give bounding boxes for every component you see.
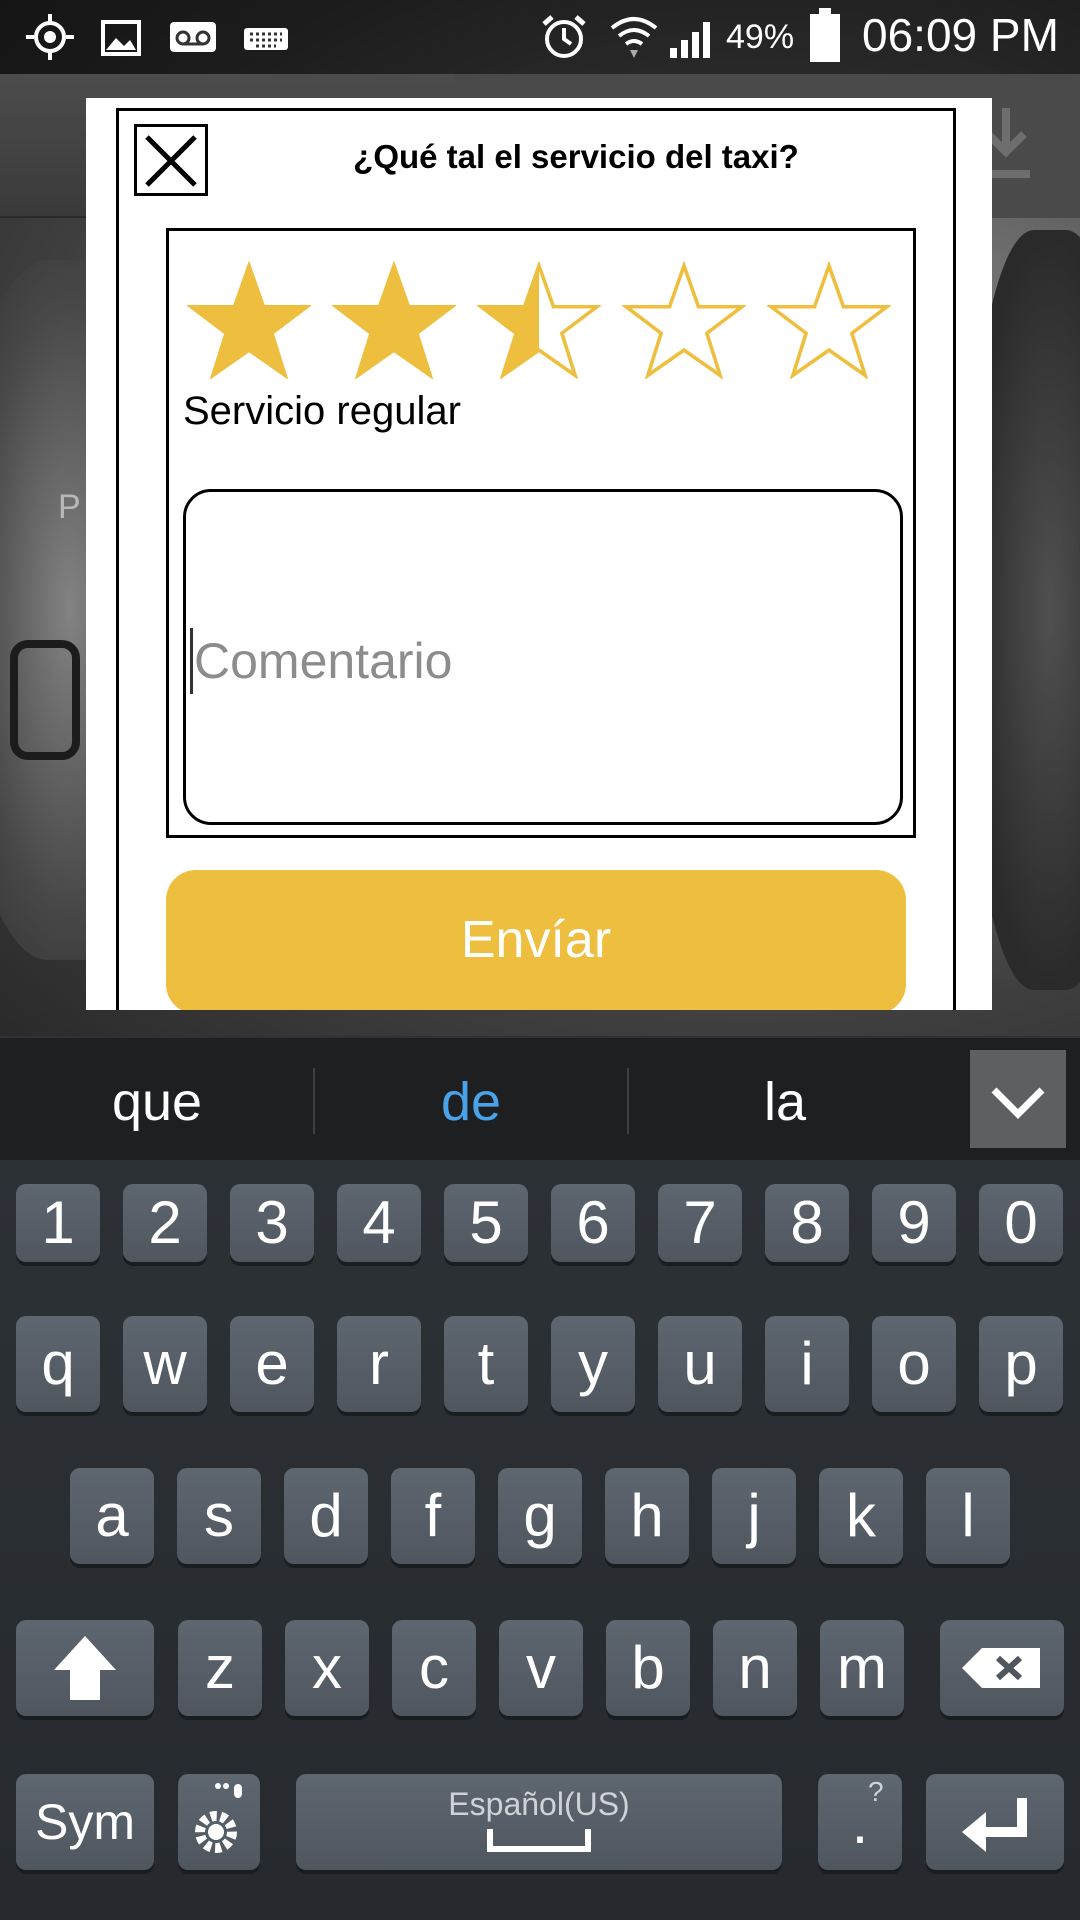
- key-9[interactable]: 9: [872, 1184, 956, 1262]
- background-glasses: [10, 640, 80, 760]
- star-5[interactable]: [765, 260, 893, 380]
- key-n[interactable]: n: [713, 1620, 797, 1716]
- key-g[interactable]: g: [498, 1468, 582, 1564]
- status-time: 06:09 PM: [862, 9, 1059, 61]
- key-2[interactable]: 2: [123, 1184, 207, 1262]
- key-j[interactable]: j: [712, 1468, 796, 1564]
- enter-key[interactable]: [926, 1774, 1064, 1870]
- backspace-icon: [962, 1648, 1040, 1688]
- signal-icon: [670, 22, 710, 58]
- shift-key[interactable]: [16, 1620, 154, 1716]
- key-1[interactable]: 1: [16, 1184, 100, 1262]
- period-key-label: .: [851, 1789, 869, 1856]
- rating-box: Servicio regular Comentario: [166, 228, 916, 838]
- collapse-suggestions-button[interactable]: [970, 1050, 1066, 1148]
- settings-key[interactable]: [178, 1774, 260, 1870]
- key-t[interactable]: t: [444, 1316, 528, 1412]
- key-v[interactable]: v: [499, 1620, 583, 1716]
- suggestion-2[interactable]: de: [314, 1038, 628, 1162]
- key-7[interactable]: 7: [658, 1184, 742, 1262]
- send-button[interactable]: Envíar: [166, 870, 906, 1010]
- space-bar-icon: [487, 1829, 591, 1852]
- text-cursor: [190, 628, 193, 694]
- key-r[interactable]: r: [337, 1316, 421, 1412]
- key-m[interactable]: m: [820, 1620, 904, 1716]
- key-x[interactable]: x: [285, 1620, 369, 1716]
- close-icon: [145, 135, 197, 187]
- gear-icon: [195, 1783, 242, 1853]
- enter-icon: [962, 1798, 1027, 1852]
- battery-icon: [810, 8, 840, 62]
- key-f[interactable]: f: [391, 1468, 475, 1564]
- backspace-key[interactable]: [940, 1620, 1064, 1716]
- star-1[interactable]: [185, 260, 313, 380]
- suggestion-1[interactable]: que: [0, 1038, 314, 1162]
- key-0[interactable]: 0: [979, 1184, 1063, 1262]
- key-c[interactable]: c: [392, 1620, 476, 1716]
- period-key[interactable]: ? .: [818, 1774, 902, 1870]
- keyboard: 1234567890 qwertyuiop asdfghjkl zxcvbnm …: [0, 1160, 1080, 1920]
- key-3[interactable]: 3: [230, 1184, 314, 1262]
- wifi-icon: [610, 17, 658, 58]
- key-l[interactable]: l: [926, 1468, 1010, 1564]
- shift-icon: [54, 1636, 116, 1700]
- suggestion-3[interactable]: la: [628, 1038, 942, 1162]
- key-a[interactable]: a: [70, 1468, 154, 1564]
- key-s[interactable]: s: [177, 1468, 261, 1564]
- rating-label: Servicio regular: [183, 389, 461, 433]
- comment-placeholder: Comentario: [194, 633, 453, 689]
- dialog-title: ¿Qué tal el servicio del taxi?: [353, 138, 799, 175]
- gallery-icon: [101, 20, 141, 56]
- key-k[interactable]: k: [819, 1468, 903, 1564]
- chevron-down-icon: [991, 1087, 1045, 1119]
- space-key[interactable]: Español(US): [296, 1774, 782, 1870]
- background-text: P: [58, 488, 81, 526]
- key-6[interactable]: 6: [551, 1184, 635, 1262]
- key-5[interactable]: 5: [444, 1184, 528, 1262]
- alarm-icon: [542, 15, 586, 58]
- sym-key[interactable]: Sym: [16, 1774, 154, 1870]
- status-bar: 49% 06:09 PM: [0, 0, 1080, 74]
- star-4[interactable]: [620, 260, 748, 380]
- space-language-label: Español(US): [448, 1786, 630, 1822]
- voicemail-icon: [170, 22, 216, 52]
- key-8[interactable]: 8: [765, 1184, 849, 1262]
- key-p[interactable]: p: [979, 1316, 1063, 1412]
- key-z[interactable]: z: [178, 1620, 262, 1716]
- key-y[interactable]: y: [551, 1316, 635, 1412]
- star-2[interactable]: [330, 260, 458, 380]
- gps-icon: [26, 14, 74, 60]
- key-d[interactable]: d: [284, 1468, 368, 1564]
- keyboard-icon: [244, 28, 288, 50]
- key-u[interactable]: u: [658, 1316, 742, 1412]
- close-button[interactable]: [134, 124, 208, 196]
- key-q[interactable]: q: [16, 1316, 100, 1412]
- key-w[interactable]: w: [123, 1316, 207, 1412]
- key-o[interactable]: o: [872, 1316, 956, 1412]
- comment-input[interactable]: Comentario: [183, 489, 903, 825]
- rating-dialog: ¿Qué tal el servicio del taxi? Servicio …: [86, 98, 992, 1010]
- key-e[interactable]: e: [230, 1316, 314, 1412]
- suggestion-bar: que de la: [0, 1036, 1080, 1160]
- star-3[interactable]: [475, 260, 603, 380]
- key-4[interactable]: 4: [337, 1184, 421, 1262]
- key-h[interactable]: h: [605, 1468, 689, 1564]
- battery-percent: 49%: [726, 18, 795, 56]
- key-b[interactable]: b: [606, 1620, 690, 1716]
- key-i[interactable]: i: [765, 1316, 849, 1412]
